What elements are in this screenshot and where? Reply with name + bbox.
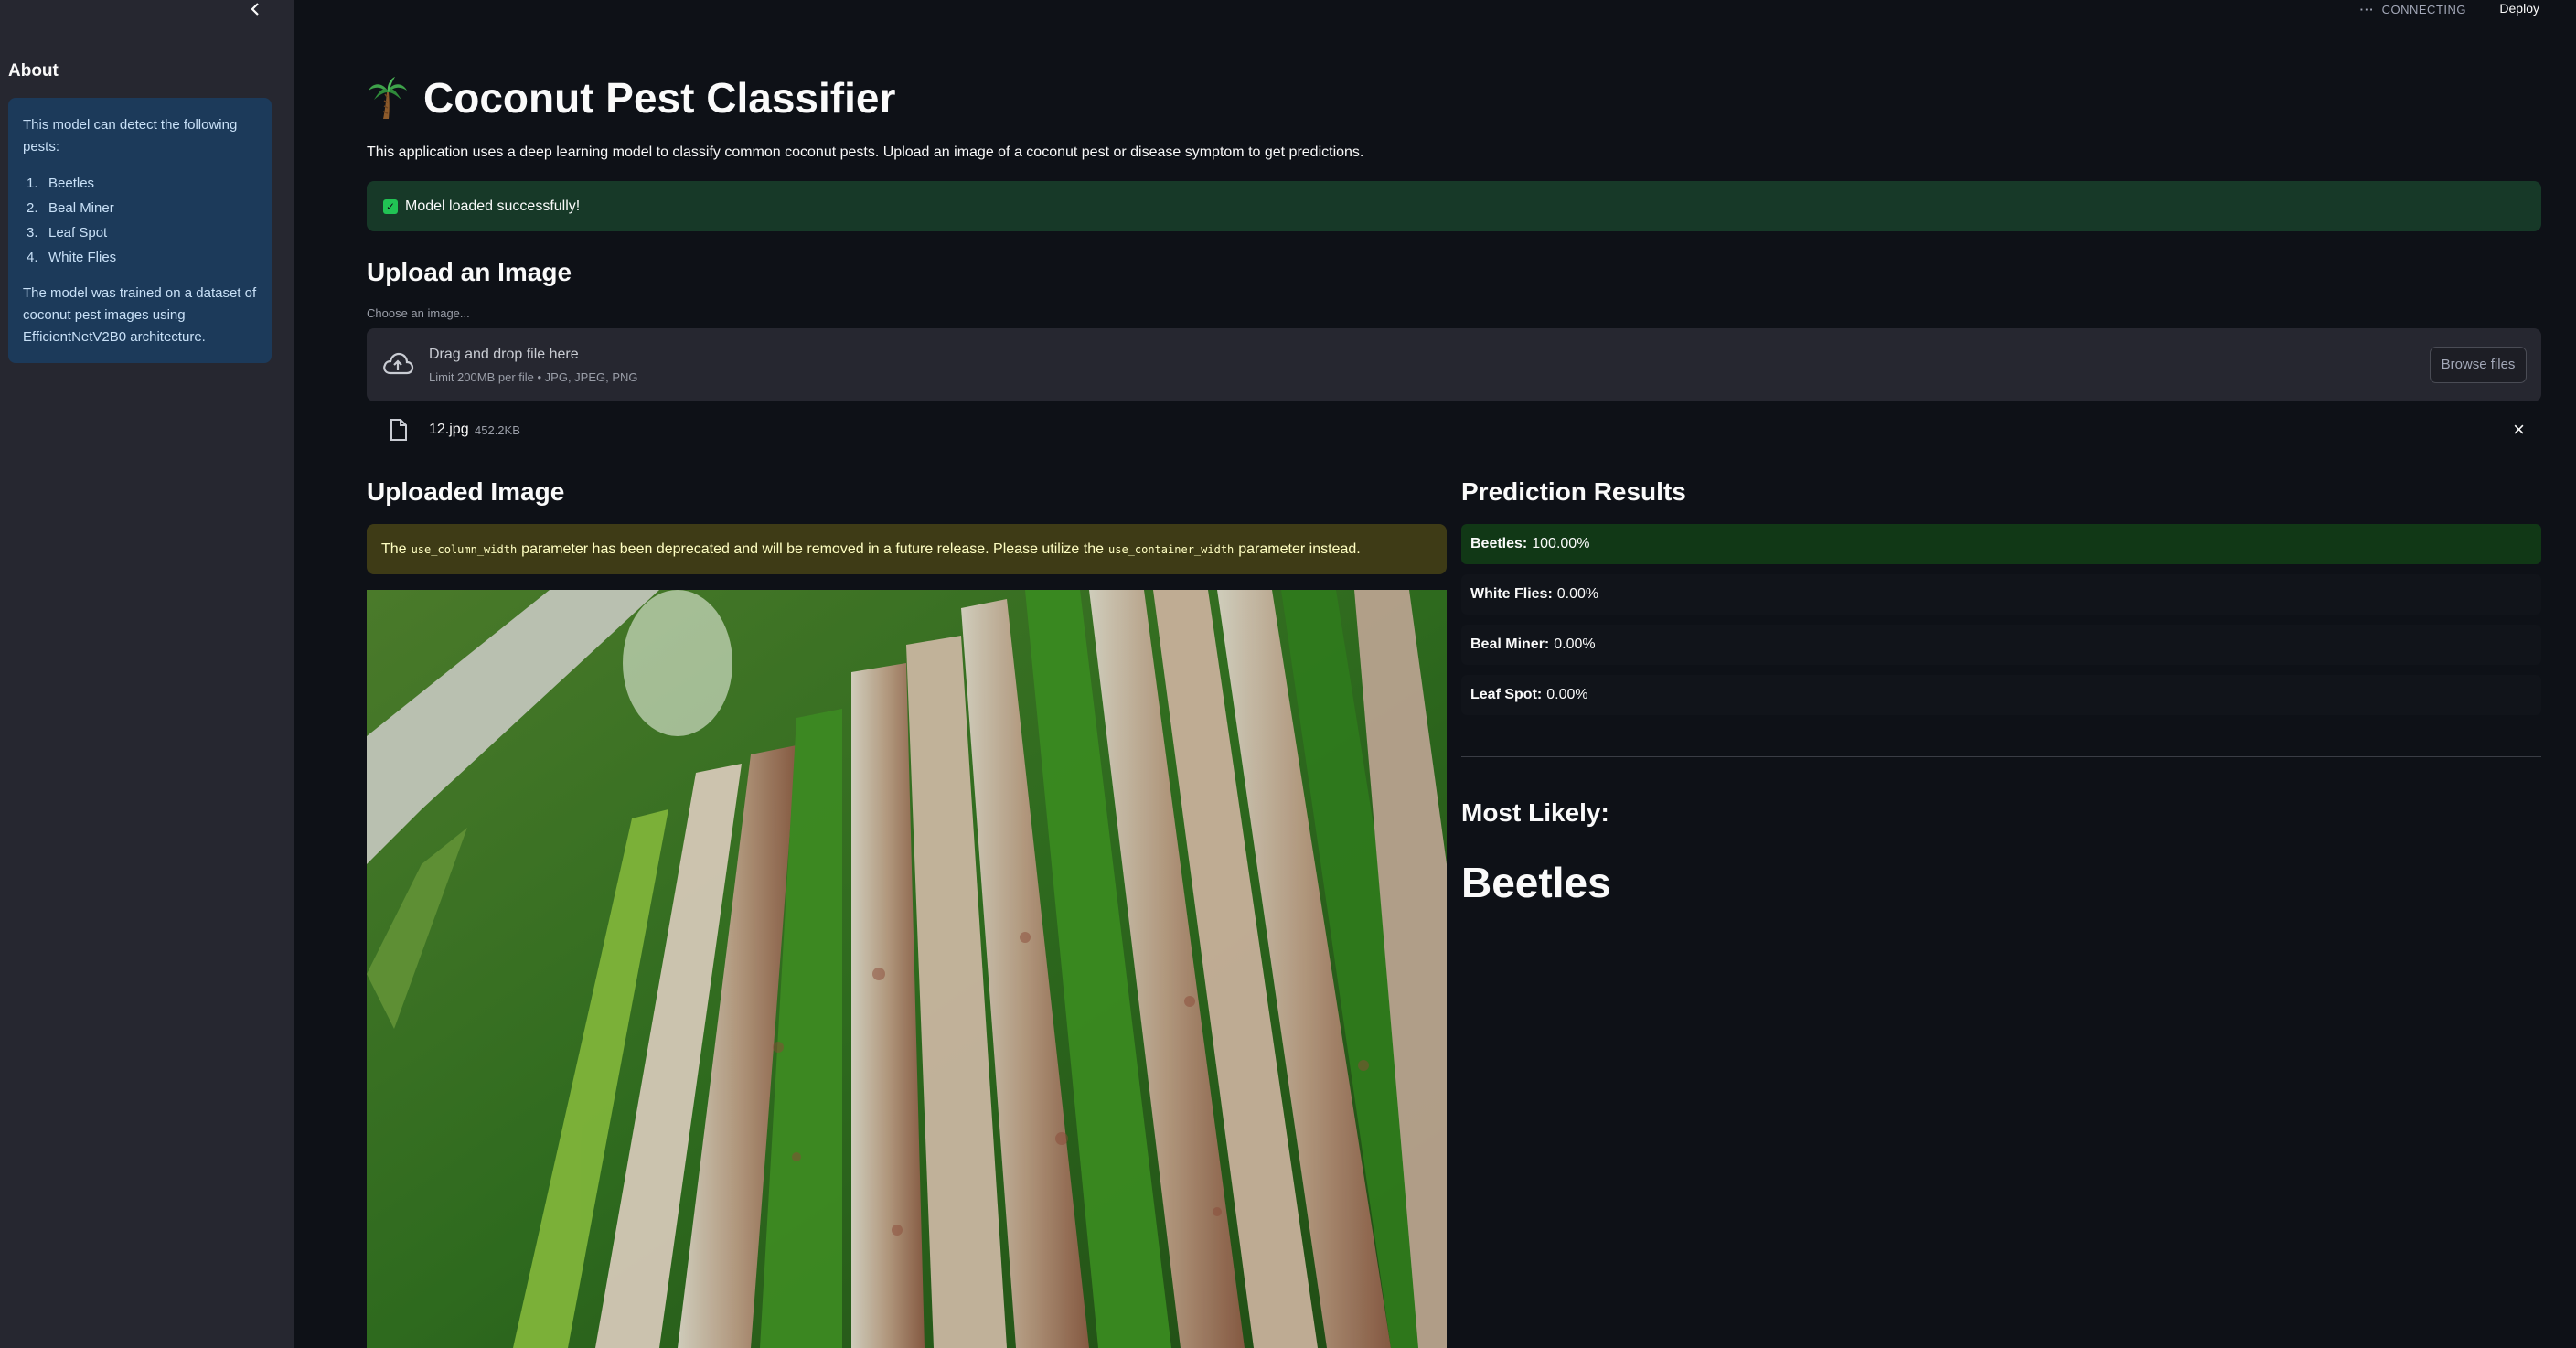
- divider: [1461, 756, 2541, 757]
- prediction-results-heading: Prediction Results: [1461, 477, 1686, 506]
- file-icon: [389, 418, 409, 442]
- prediction-row: Leaf Spot: 0.00%: [1461, 675, 2541, 715]
- page-subtitle: This application uses a deep learning mo…: [367, 144, 1364, 160]
- success-alert: ✓ Model loaded successfully!: [367, 181, 2541, 231]
- most-likely-value: Beetles: [1461, 859, 1611, 906]
- about-outro: The model was trained on a dataset of co…: [23, 285, 257, 345]
- connection-status: ··· CONNECTING: [2359, 2, 2466, 16]
- file-name: 12.jpg: [429, 422, 469, 437]
- list-item: 1. Beetles: [27, 175, 95, 191]
- sidebar: About This model can detect the followin…: [0, 0, 294, 1348]
- uploaded-image: [367, 590, 1447, 1348]
- file-uploader-label: Choose an image...: [367, 306, 470, 320]
- cloud-upload-icon: [381, 348, 414, 381]
- upload-heading: Upload an Image: [367, 258, 572, 286]
- chevron-left-icon[interactable]: [245, 0, 265, 24]
- check-icon: ✓: [383, 198, 398, 214]
- more-icon: ···: [2359, 2, 2375, 16]
- prediction-row: White Flies: 0.00%: [1461, 574, 2541, 615]
- close-icon[interactable]: ×: [2513, 418, 2525, 442]
- browse-files-button[interactable]: Browse files: [2430, 347, 2527, 383]
- about-intro: This model can detect the following pest…: [23, 117, 238, 155]
- deprecation-warning: The use_column_width parameter has been …: [367, 524, 1447, 574]
- list-item: 4. White Flies: [27, 249, 117, 265]
- pest-list: 1. Beetles 2. Beal Miner 3. Leaf Spot 4. Whi…: [23, 171, 257, 270]
- prediction-row: Beal Miner: 0.00%: [1461, 625, 2541, 665]
- list-item: 3. Leaf Spot: [27, 224, 108, 241]
- page-title: Coconut Pest Classifier: [367, 73, 895, 123]
- file-dropzone[interactable]: Drag and drop file here Limit 200MB per …: [367, 328, 2541, 401]
- list-item: 2. Beal Miner: [27, 199, 114, 216]
- most-likely-label: Most Likely:: [1461, 798, 1609, 827]
- prediction-row: Beetles: 100.00%: [1461, 524, 2541, 564]
- uploaded-file-row: 12.jpg 452.2KB ×: [367, 411, 2541, 449]
- palm-tree-icon: [367, 76, 409, 120]
- uploaded-image-heading: Uploaded Image: [367, 477, 565, 506]
- about-heading: About: [8, 61, 59, 80]
- about-info-box: This model can detect the following pest…: [8, 98, 272, 363]
- file-size: 452.2KB: [475, 423, 520, 437]
- deploy-button[interactable]: Deploy: [2499, 0, 2539, 18]
- dropzone-instructions: Drag and drop file here: [429, 347, 579, 362]
- dropzone-limits: Limit 200MB per file • JPG, JPEG, PNG: [429, 370, 638, 384]
